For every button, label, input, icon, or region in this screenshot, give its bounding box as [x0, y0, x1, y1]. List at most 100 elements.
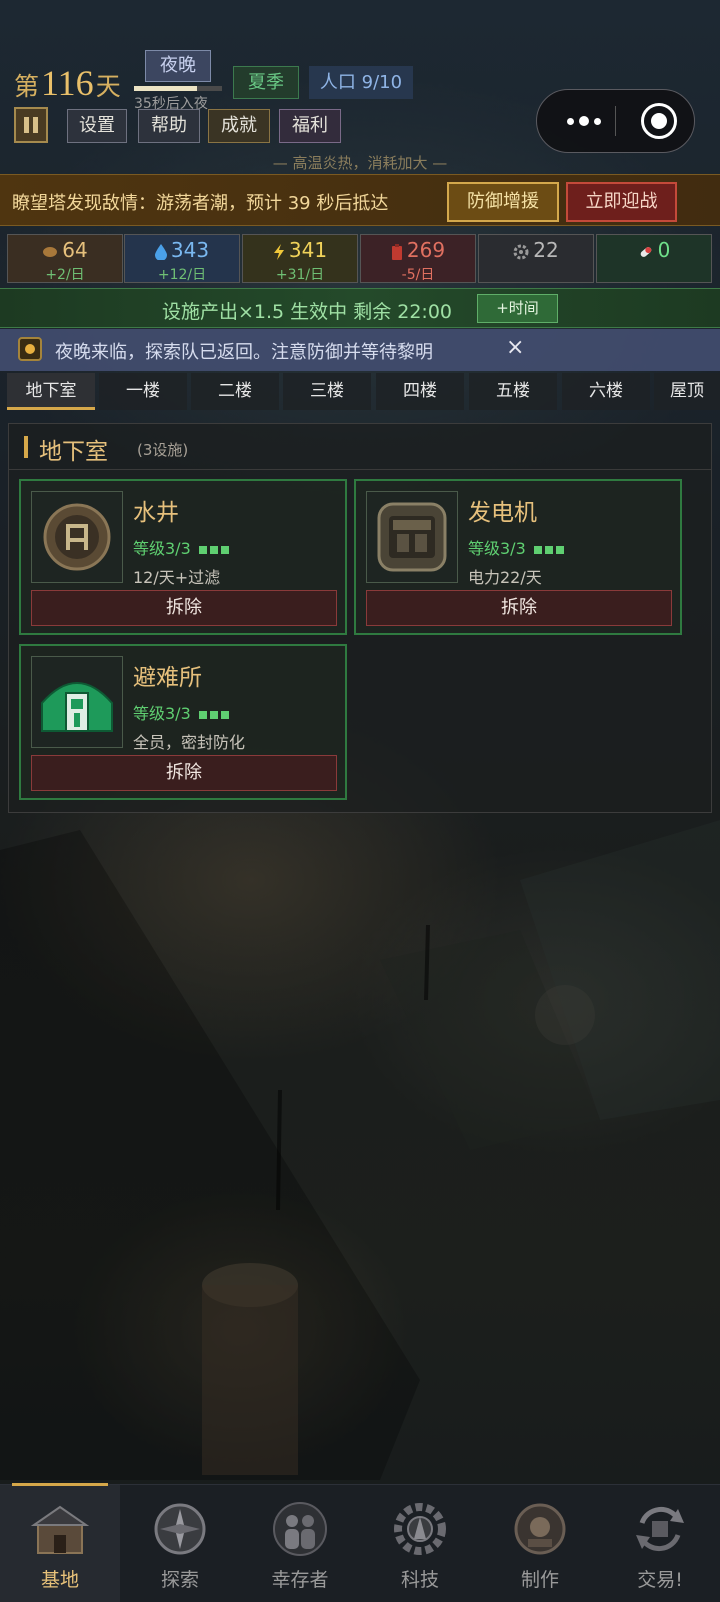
water-icon: [154, 243, 167, 260]
tab-floor-6[interactable]: 六楼: [562, 373, 650, 410]
phase-progress-bar: [134, 86, 222, 91]
facility-thumb: [366, 491, 458, 583]
tab-floor-1[interactable]: 一楼: [99, 373, 187, 410]
pause-icon-bar: [33, 117, 38, 133]
resource-food-number: 64: [62, 238, 88, 262]
facility-card-well[interactable]: 水井 等级3/3 12/天+过滤 拆除: [19, 479, 347, 635]
facility-level: 等级3/3: [468, 535, 567, 559]
level-pips: [198, 704, 232, 723]
resource-water-rate: +12/日: [157, 267, 207, 283]
resource-fuel-value: 269: [361, 238, 475, 262]
facility-panel: 地下室 (3设施) 水井 等级3/3 12/天+过滤 拆除 发电机 等级3/3 …: [8, 423, 712, 813]
nav-label: 制作: [520, 1569, 559, 1591]
demolish-button[interactable]: 拆除: [366, 590, 672, 626]
level-pips: [198, 539, 232, 558]
nav-label: 科技: [400, 1569, 439, 1591]
well-icon: [43, 503, 111, 571]
resource-power: 341 +31/日: [242, 234, 358, 283]
achievements-button[interactable]: 成就: [208, 109, 270, 143]
floor-tabs: 地下室 一楼 二楼 三楼 四楼 五楼 六楼 屋顶: [0, 373, 720, 412]
close-notice-icon[interactable]: ×: [506, 335, 524, 360]
survivors-icon: [273, 1502, 327, 1556]
resource-parts-number: 22: [533, 238, 559, 262]
add-time-button[interactable]: +时间: [477, 294, 558, 323]
alert-message: 瞭望塔发现敌情：游荡者潮，预计 39 秒后抵达: [12, 193, 389, 214]
resource-power-value: 341: [243, 238, 357, 262]
tab-floor-2[interactable]: 二楼: [191, 373, 279, 410]
notice-message: 夜晚来临，探索队已返回。注意防御并等待黎明: [55, 342, 433, 363]
facility-desc: 全员，密封防化: [133, 733, 246, 752]
nav-trade[interactable]: 交易!: [600, 1485, 720, 1602]
production-boost-bar: 设施产出×1.5 生效中 剩余 22:00 +时间: [0, 288, 720, 328]
facility-level: 等级3/3: [133, 700, 232, 724]
fight-now-button[interactable]: 立即迎战: [566, 182, 677, 222]
boost-text: 设施产出×1.5 生效中 剩余 22:00: [162, 301, 453, 323]
power-icon: [273, 243, 284, 260]
nav-tech[interactable]: 科技: [360, 1485, 480, 1602]
nav-label: 幸存者: [271, 1569, 329, 1591]
facility-level-text: 等级3/3: [133, 539, 191, 558]
facility-count: (3设施): [137, 441, 189, 459]
tab-floor-5[interactable]: 五楼: [469, 373, 557, 410]
phase-badge: 夜晚: [145, 50, 211, 82]
resource-water-value: 343: [125, 238, 239, 262]
demolish-button[interactable]: 拆除: [31, 755, 337, 791]
tab-floor-4[interactable]: 四楼: [376, 373, 464, 410]
resource-medicine: 0: [596, 234, 712, 283]
nav-label: 探索: [160, 1569, 199, 1591]
resource-food-value: 64: [8, 238, 122, 262]
day-suffix: 天: [95, 72, 121, 101]
nav-craft[interactable]: 制作: [480, 1485, 600, 1602]
season-badge: 夏季: [233, 66, 299, 99]
medicine-icon: [640, 246, 651, 257]
weather-note: — 高温炎热，消耗加大 —: [272, 154, 448, 172]
panel-title: 地下室: [39, 439, 108, 465]
day-number: 116: [41, 63, 94, 103]
nav-survivors[interactable]: 幸存者: [240, 1485, 360, 1602]
compass-icon: [154, 1503, 206, 1555]
pause-button[interactable]: [14, 107, 48, 143]
resource-water-number: 343: [170, 238, 210, 262]
notice-icon: [18, 337, 42, 361]
nav-base[interactable]: 基地: [0, 1483, 120, 1602]
tab-floor-3[interactable]: 三楼: [283, 373, 371, 410]
resource-power-rate: +31/日: [275, 267, 325, 283]
more-menu-icon[interactable]: [559, 90, 609, 152]
help-button[interactable]: 帮助: [138, 109, 200, 143]
demolish-button[interactable]: 拆除: [31, 590, 337, 626]
facility-desc: 12/天+过滤: [133, 568, 221, 587]
defend-reinforce-button[interactable]: 防御增援: [447, 182, 559, 222]
miniprogram-capsule: [536, 89, 695, 153]
tab-roof[interactable]: 屋顶: [654, 373, 720, 410]
resource-fuel-rate: -5/日: [401, 267, 435, 283]
base-icon: [30, 1505, 90, 1554]
facility-name: 发电机: [468, 500, 537, 526]
day-counter: 第 116 天: [14, 62, 121, 104]
facility-card-generator[interactable]: 发电机 等级3/3 电力22/天 拆除: [354, 479, 682, 635]
panel-accent-bar: [24, 436, 28, 458]
facility-name: 避难所: [133, 665, 202, 691]
resource-medicine-number: 0: [657, 238, 671, 262]
panel-header: 地下室 (3设施): [9, 424, 711, 470]
parts-icon: [513, 244, 529, 259]
facility-level-text: 等级3/3: [468, 539, 526, 558]
tab-basement[interactable]: 地下室: [7, 373, 95, 410]
resource-food-rate: +2/日: [45, 267, 85, 283]
facility-card-shelter[interactable]: 避难所 等级3/3 全员，密封防化 拆除: [19, 644, 347, 800]
notice-banner: 夜晚来临，探索队已返回。注意防御并等待黎明 ×: [0, 329, 720, 371]
facility-level-text: 等级3/3: [133, 704, 191, 723]
resource-power-number: 341: [288, 238, 328, 262]
nav-label: 交易!: [637, 1569, 683, 1591]
nav-explore[interactable]: 探索: [120, 1485, 240, 1602]
facility-level: 等级3/3: [133, 535, 232, 559]
resource-water: 343 +12/日: [124, 234, 240, 283]
resource-parts: 22: [478, 234, 594, 283]
welfare-button[interactable]: 福利: [279, 109, 341, 143]
fuel-icon: [391, 243, 402, 260]
capsule-divider: [615, 106, 616, 136]
nav-label: 基地: [40, 1569, 79, 1591]
settings-button[interactable]: 设置: [67, 109, 127, 143]
facility-thumb: [31, 656, 123, 748]
close-miniprogram-icon[interactable]: [641, 103, 677, 139]
resource-fuel-number: 269: [406, 238, 446, 262]
